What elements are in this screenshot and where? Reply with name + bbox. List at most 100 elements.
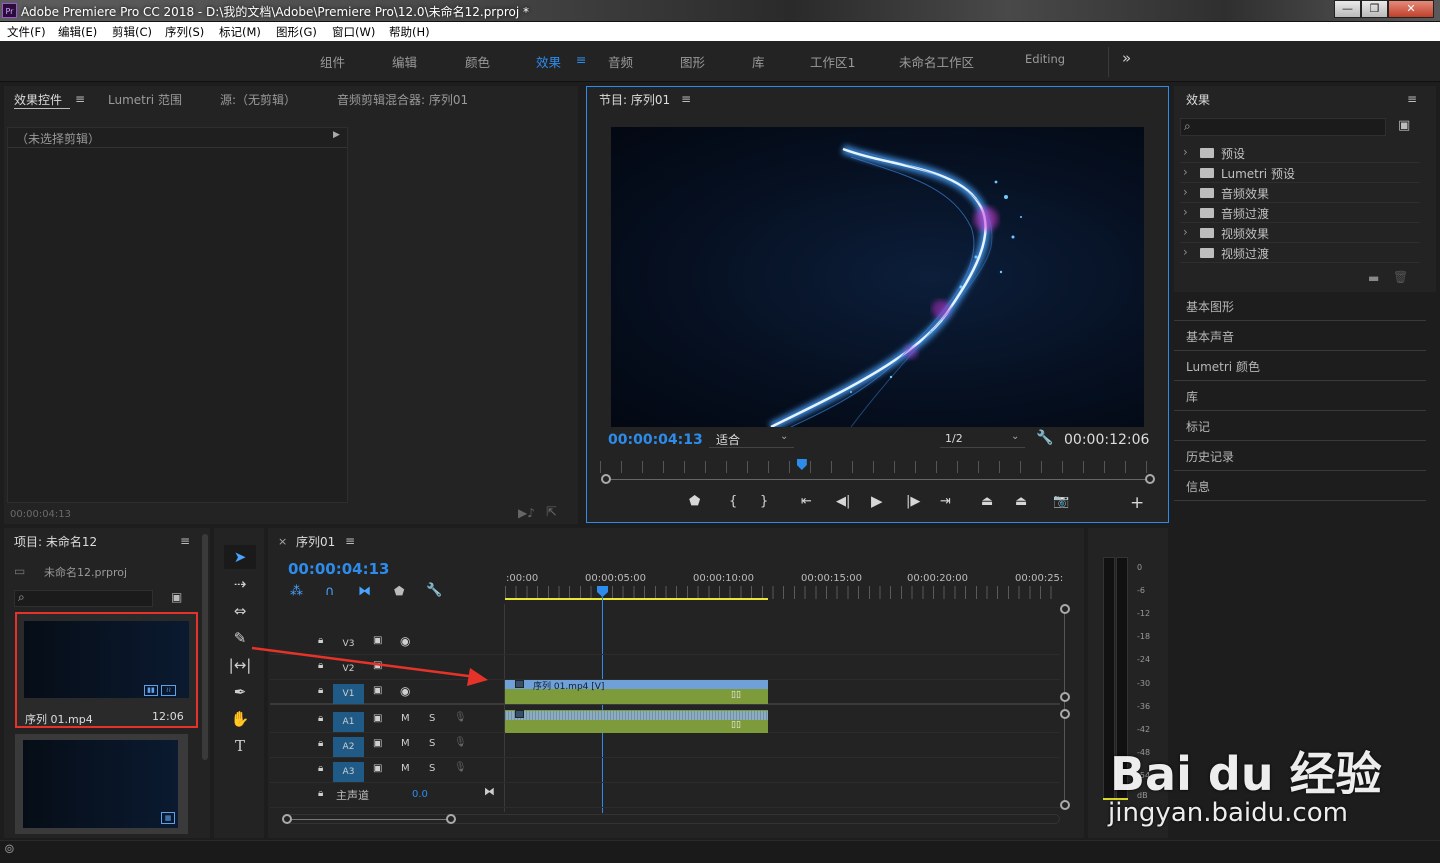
ripple-edit-tool-icon[interactable]: ⇔	[224, 599, 256, 623]
workspace-tab-color[interactable]: 颜色	[465, 52, 490, 71]
project-search-input[interactable]: ⌕	[14, 590, 153, 607]
zoom-handle-right[interactable]	[1145, 474, 1155, 484]
lock-icon[interactable]: 🔒︎	[318, 713, 323, 724]
menu-sequence[interactable]: 序列(S)	[165, 24, 204, 40]
tab-source[interactable]: 源:（无剪辑）	[220, 91, 296, 108]
info-section[interactable]: 信息	[1174, 471, 1426, 501]
program-timecode[interactable]: 00:00:04:13	[608, 432, 703, 448]
menu-graphics[interactable]: 图形(G)	[276, 24, 317, 40]
timeline-menu-icon[interactable]: ≡	[345, 534, 355, 548]
timeline-settings-icon[interactable]: 🔧	[426, 583, 442, 598]
mark-in-icon[interactable]: {	[729, 494, 737, 509]
zoom-fit-dropdown[interactable]: 适合 ⌄	[709, 430, 794, 448]
effects-item-video-transitions[interactable]: › 视频过渡	[1180, 243, 1420, 263]
project-scrollbar[interactable]	[202, 534, 208, 760]
vertical-zoom-bar[interactable]	[1064, 605, 1065, 807]
mute-button[interactable]: M	[401, 763, 410, 774]
panel-menu-icon[interactable]: ≡	[75, 92, 85, 106]
project-item-sequence[interactable]: ▮▮ ≀≀ 序列 01.mp4 12:06	[15, 612, 198, 728]
video-preview[interactable]	[611, 127, 1144, 427]
effects-item-lumetri-presets[interactable]: › Lumetri 预设	[1180, 163, 1420, 183]
workspace-tab-effects[interactable]: 效果	[536, 52, 561, 71]
tab-audio-clip-mixer[interactable]: 音频剪辑混合器: 序列01	[337, 91, 468, 108]
program-ruler[interactable]	[600, 461, 1150, 473]
mute-button[interactable]: M	[401, 738, 410, 749]
add-marker-icon[interactable]: ⬟	[394, 584, 404, 598]
workspace-tab-untitled[interactable]: 未命名工作区	[899, 52, 974, 71]
workspace-tab-audio[interactable]: 音频	[608, 52, 633, 71]
go-to-out-icon[interactable]: ⇥	[940, 494, 951, 509]
resolution-dropdown[interactable]: 1/2 ⌄	[940, 430, 1025, 448]
mute-button[interactable]: M	[401, 713, 410, 724]
workspace-tab-editing[interactable]: Editing	[1025, 52, 1065, 66]
workspace-menu-icon[interactable]: ≡	[576, 52, 586, 67]
sync-lock-icon[interactable]: ▣	[373, 763, 382, 774]
find-icon[interactable]: ▣	[171, 590, 182, 604]
workspace-tab-editing-cn[interactable]: 编辑	[392, 52, 417, 71]
work-area-bar[interactable]	[505, 598, 768, 600]
effects-menu-icon[interactable]: ≡	[1407, 92, 1417, 106]
effects-search-input[interactable]: ⌕	[1180, 118, 1386, 136]
lock-icon[interactable]: 🔒︎	[318, 738, 323, 749]
horizontal-zoom-bar[interactable]	[289, 819, 451, 820]
menu-window[interactable]: 窗口(W)	[332, 24, 375, 40]
maximize-button[interactable]: ❐	[1361, 0, 1388, 18]
scroll-handle[interactable]	[1060, 709, 1070, 719]
sync-lock-icon[interactable]: ▣	[373, 713, 382, 724]
menu-edit[interactable]: 编辑(E)	[58, 24, 97, 40]
effects-item-presets[interactable]: › 预设	[1180, 143, 1420, 163]
audio-clip[interactable]: ▯▯	[505, 710, 768, 733]
microphone-icon[interactable]: 🎙︎	[454, 712, 467, 723]
expand-arrow-icon[interactable]: ▶	[333, 130, 340, 140]
timeline-tab[interactable]: 序列01	[296, 533, 335, 550]
workspace-tab-workspace1[interactable]: 工作区1	[810, 52, 855, 71]
add-button-icon[interactable]: +	[1130, 493, 1144, 513]
libraries-section[interactable]: 库	[1174, 381, 1426, 411]
essential-sound-section[interactable]: 基本声音	[1174, 321, 1426, 351]
microphone-icon[interactable]: 🎙︎	[454, 737, 467, 748]
menu-help[interactable]: 帮助(H)	[389, 24, 430, 40]
type-tool-icon[interactable]: T	[224, 734, 256, 758]
export-icon[interactable]: ⇱	[546, 505, 557, 520]
workspace-tab-assembly[interactable]: 组件	[320, 52, 345, 71]
zoom-handle-right[interactable]	[446, 814, 456, 824]
extract-icon[interactable]: ⏏	[1015, 494, 1027, 509]
step-forward-icon[interactable]: |▶	[906, 494, 920, 509]
solo-button[interactable]: S	[429, 713, 435, 724]
close-tab-icon[interactable]: ×	[278, 535, 287, 548]
nest-icon[interactable]: ⁂	[290, 584, 303, 599]
new-bin-icon[interactable]: ▣	[1398, 118, 1410, 133]
program-menu-icon[interactable]: ≡	[681, 92, 691, 106]
tab-lumetri-scopes[interactable]: Lumetri 范围	[108, 91, 182, 108]
workspace-tab-libraries[interactable]: 库	[752, 52, 765, 71]
solo-button[interactable]: S	[429, 763, 435, 774]
new-custom-bin-icon[interactable]: ▬	[1368, 271, 1379, 285]
filter-audio-icon[interactable]: ▶♪	[518, 506, 535, 520]
project-item-second[interactable]: ▦	[15, 734, 188, 834]
goto-point-icon[interactable]: ⧓	[484, 785, 495, 798]
scroll-handle[interactable]	[1060, 692, 1070, 702]
scroll-handle[interactable]	[1060, 604, 1070, 614]
effects-item-video-effects[interactable]: › 视频效果	[1180, 223, 1420, 243]
hand-tool-icon[interactable]: ✋	[224, 707, 256, 731]
video-clip[interactable]: 序列 01.mp4 [V] ▯▯	[505, 680, 768, 704]
menu-file[interactable]: 文件(F)	[7, 24, 46, 40]
zoom-handle-left[interactable]	[282, 814, 292, 824]
project-menu-icon[interactable]: ≡	[180, 534, 190, 548]
program-zoom-bar[interactable]	[606, 479, 1150, 480]
export-frame-icon[interactable]: 📷	[1053, 494, 1069, 509]
mark-out-icon[interactable]: }	[760, 494, 768, 509]
selection-tool-icon[interactable]: ➤	[224, 545, 256, 569]
play-icon[interactable]: ▶	[871, 492, 883, 510]
markers-section[interactable]: 标记	[1174, 411, 1426, 441]
master-volume-value[interactable]: 0.0	[412, 789, 428, 800]
zoom-handle-left[interactable]	[601, 474, 611, 484]
track-target-a3[interactable]: A3	[333, 762, 364, 782]
lock-icon[interactable]: 🔒︎	[318, 788, 323, 799]
history-section[interactable]: 历史记录	[1174, 441, 1426, 471]
essential-graphics-section[interactable]: 基本图形	[1174, 291, 1426, 321]
linked-selection-icon[interactable]: ⧓	[358, 584, 371, 599]
wrench-icon[interactable]: 🔧	[1036, 430, 1053, 446]
close-window-button[interactable]: ✕	[1388, 0, 1434, 18]
workspace-overflow-icon[interactable]: »	[1122, 49, 1131, 67]
